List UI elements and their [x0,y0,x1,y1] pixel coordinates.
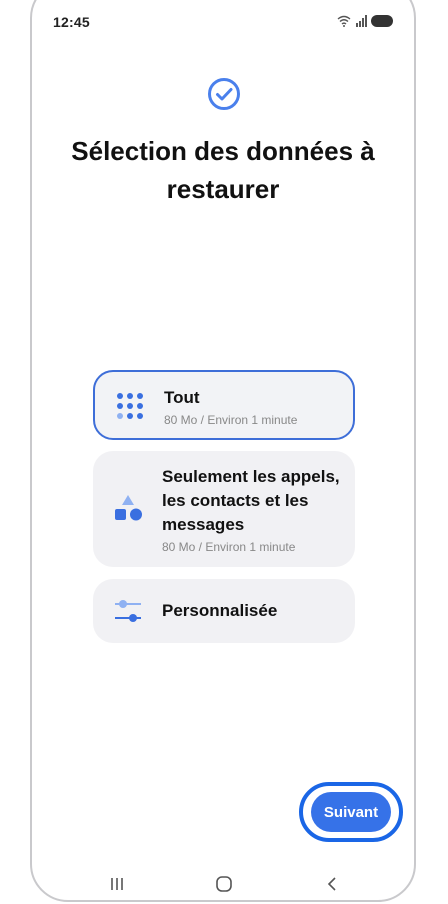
option-calls-text: Seulement les appels, les contacts et le… [162,465,341,554]
navigation-bar [32,872,414,896]
option-calls-subtitle: 80 Mo / Environ 1 minute [162,540,296,554]
option-custom-text: Personnalisée [162,599,341,623]
option-all-subtitle: 80 Mo / Environ 1 minute [164,413,298,427]
sliders-icon [115,600,141,622]
phone-frame: 12:45 Sélection des données à restaurer [30,0,416,902]
option-all-text: Tout 80 Mo / Environ 1 minute [164,386,339,427]
battery-icon [371,15,393,27]
option-custom-title: Personnalisée [162,601,278,620]
grid-dots-icon [117,393,143,419]
option-custom[interactable]: Personnalisée [93,579,355,643]
next-button-highlight: Suivant [299,782,403,842]
status-time: 12:45 [53,14,90,30]
recents-button[interactable] [105,872,129,896]
home-button[interactable] [212,872,236,896]
home-icon [216,876,232,892]
shapes-icon [115,495,142,521]
back-icon [327,877,336,891]
signal-icon [356,15,367,27]
page-title: Sélection des données à restaurer [71,136,375,204]
option-calls-title: Seulement les appels, les contacts et le… [162,467,340,534]
status-bar: 12:45 [32,2,414,30]
next-button[interactable]: Suivant [311,792,391,832]
back-button[interactable] [320,872,344,896]
status-icons [337,15,393,27]
wifi-icon [337,15,351,27]
check-circle-icon [208,78,240,110]
option-calls-contacts-messages[interactable]: Seulement les appels, les contacts et le… [93,451,355,567]
option-all-title: Tout [164,388,200,407]
recents-icon [111,878,123,890]
option-all[interactable]: Tout 80 Mo / Environ 1 minute [93,370,355,440]
